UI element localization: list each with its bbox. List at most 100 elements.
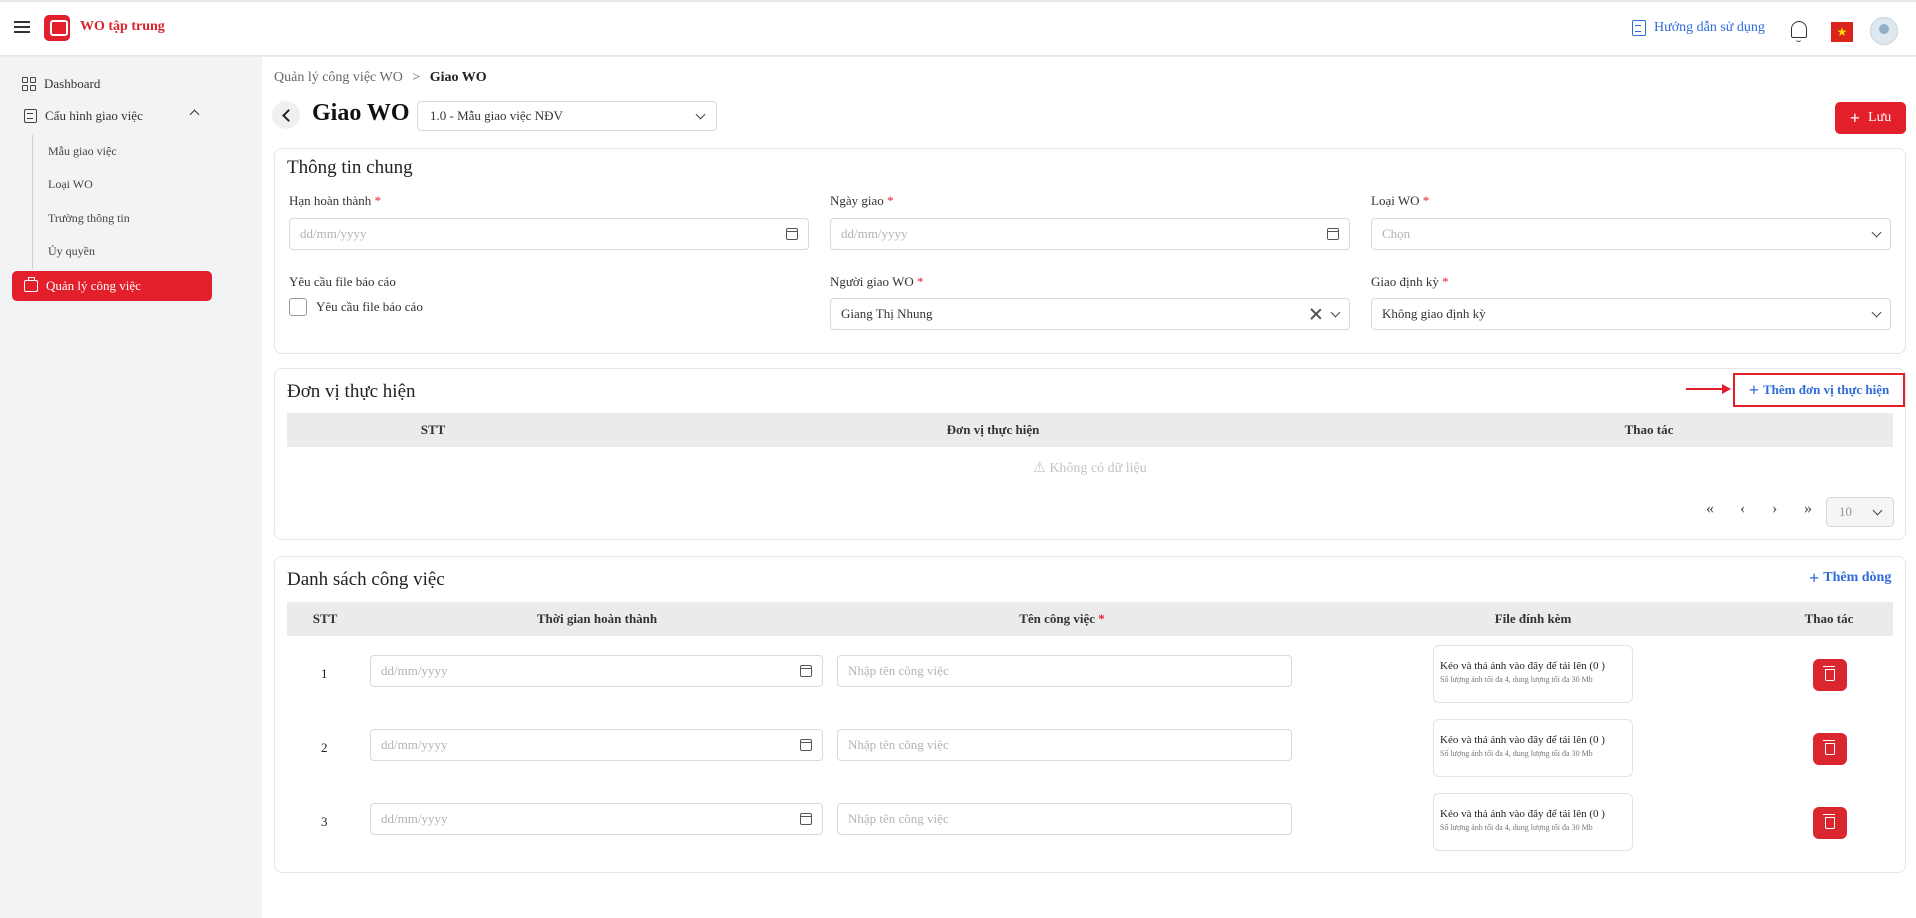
page-title: Giao WO <box>312 100 410 126</box>
delete-row-button[interactable] <box>1813 807 1847 839</box>
units-table-header: STT Đơn vị thực hiện Thao tác <box>287 413 1893 447</box>
submenu-line <box>32 135 33 269</box>
add-row-button[interactable]: + Thêm dòng <box>1809 569 1891 587</box>
delete-row-button[interactable] <box>1813 733 1847 765</box>
assigner-select[interactable]: Giang Thị Nhung <box>830 298 1350 330</box>
wo-type-label: Loại WO * <box>1371 193 1430 208</box>
add-row-label: Thêm dòng <box>1823 570 1892 585</box>
delete-row-button[interactable] <box>1813 659 1847 691</box>
menu-icon[interactable] <box>14 21 30 33</box>
plus-icon: + <box>1849 108 1861 128</box>
task-name-input[interactable]: Nhập tên công việc <box>837 655 1292 687</box>
completion-date-input[interactable]: dd/mm/yyyy <box>370 803 823 835</box>
periodic-value: Không giao định kỳ <box>1382 306 1486 321</box>
user-guide-link[interactable]: Hướng dẫn sử dụng <box>1632 20 1765 36</box>
sidebar-item-info-fields[interactable]: Trường thông tin <box>48 211 130 226</box>
plus-icon: + <box>1809 568 1820 588</box>
upload-hint: Số lượng ảnh tối đa 4, dung lượng tối đa… <box>1440 823 1593 832</box>
add-execution-unit-button[interactable]: + Thêm đơn vị thực hiện <box>1733 373 1905 407</box>
report-file-checkbox-label[interactable]: Yêu cầu file báo cáo <box>316 299 423 315</box>
chevron-down-icon <box>1330 307 1341 317</box>
briefcase-icon <box>24 277 38 292</box>
add-unit-label: Thêm đơn vị thực hiện <box>1763 382 1890 397</box>
calendar-icon <box>800 739 812 751</box>
config-icon <box>24 109 37 123</box>
assign-date-input[interactable]: dd/mm/yyyy <box>830 218 1350 250</box>
row-stt: 2 <box>321 740 328 755</box>
trash-icon <box>1823 666 1835 681</box>
file-upload-dropzone[interactable]: Kéo và thả ảnh vào đây để tải lên (0 ) S… <box>1433 645 1633 703</box>
task-name-input[interactable]: Nhập tên công việc <box>837 803 1292 835</box>
completion-date-input[interactable]: dd/mm/yyyy <box>370 655 823 687</box>
task-name-input[interactable]: Nhập tên công việc <box>837 729 1292 761</box>
clear-icon[interactable] <box>1310 308 1322 320</box>
sidebar-item-label: Dashboard <box>44 76 101 91</box>
deadline-label: Hạn hoàn thành * <box>289 193 382 208</box>
report-file-label: Yêu cầu file báo cáo <box>289 274 396 289</box>
trash-icon <box>1823 814 1835 829</box>
upload-title: Kéo và thả ảnh vào đây để tải lên (0 ) <box>1440 808 1605 820</box>
deadline-date-input[interactable]: dd/mm/yyyy <box>289 218 809 250</box>
sidebar <box>0 57 262 918</box>
save-button[interactable]: + Lưu <box>1835 102 1906 134</box>
back-button[interactable] <box>272 101 300 129</box>
tasks-table-header: STT Thời gian hoàn thành Tên công việc *… <box>287 602 1893 636</box>
completion-date-input[interactable]: dd/mm/yyyy <box>370 729 823 761</box>
save-label: Lưu <box>1868 110 1892 125</box>
calendar-icon <box>800 813 812 825</box>
sidebar-item-label: Cấu hình giao việc <box>45 108 143 123</box>
sidebar-item-task-management[interactable]: Quản lý công việc <box>12 271 212 301</box>
column-header-attachment: File đính kèm <box>1494 611 1572 626</box>
periodic-label: Giao định kỳ * <box>1371 274 1449 289</box>
wo-type-select[interactable]: Chọn <box>1371 218 1891 250</box>
document-icon <box>1632 20 1646 36</box>
page-size-value: 10 <box>1839 504 1852 519</box>
upload-hint: Số lượng ảnh tối đa 4, dung lượng tối đa… <box>1440 749 1593 758</box>
assigner-value: Giang Thị Nhung <box>841 306 933 321</box>
empty-state-text: ⚠ Không có dữ liệu <box>1033 461 1147 476</box>
calendar-icon <box>1327 228 1339 240</box>
first-page-button[interactable]: « <box>1706 500 1714 518</box>
report-file-checkbox[interactable] <box>289 298 307 316</box>
app-logo <box>44 15 70 41</box>
breadcrumb: Quản lý công việc WO > Giao WO <box>274 70 487 86</box>
execution-units-card: Đơn vị thực hiện <box>274 368 1906 540</box>
vietnam-flag-icon[interactable]: ★ <box>1831 22 1853 42</box>
sidebar-item-task-template[interactable]: Mẫu giao việc <box>48 144 117 159</box>
column-header-task-name: Tên công việc * <box>1019 611 1105 626</box>
chevron-down-icon <box>1872 505 1883 515</box>
user-guide-label: Hướng dẫn sử dụng <box>1654 20 1765 35</box>
sidebar-item-wo-type[interactable]: Loại WO <box>48 177 93 192</box>
breadcrumb-parent[interactable]: Quản lý công việc WO <box>274 70 403 85</box>
template-select[interactable]: 1.0 - Mẫu giao việc NĐV <box>417 101 717 131</box>
next-page-button[interactable]: › <box>1772 500 1777 518</box>
upload-title: Kéo và thả ảnh vào đây để tải lên (0 ) <box>1440 660 1605 672</box>
sidebar-group-config[interactable]: Cấu hình giao việc <box>24 108 143 124</box>
column-header-unit: Đơn vị thực hiện <box>946 422 1040 437</box>
annotation-arrow-head <box>1722 384 1731 394</box>
page-size-select[interactable]: 10 <box>1826 497 1894 527</box>
sidebar-item-dashboard[interactable]: Dashboard <box>22 76 100 92</box>
user-avatar[interactable] <box>1870 17 1898 45</box>
task-list-title: Danh sách công việc <box>287 569 445 590</box>
notification-bell-icon[interactable] <box>1789 20 1809 42</box>
row-stt: 1 <box>321 666 328 681</box>
file-upload-dropzone[interactable]: Kéo và thả ảnh vào đây để tải lên (0 ) S… <box>1433 719 1633 777</box>
breadcrumb-separator: > <box>412 70 421 85</box>
sidebar-item-delegation[interactable]: Ủy quyền <box>48 244 95 259</box>
dashboard-icon <box>22 77 36 91</box>
periodic-select[interactable]: Không giao định kỳ <box>1371 298 1891 330</box>
column-header-stt: STT <box>420 422 446 437</box>
chevron-down-icon <box>1871 307 1882 317</box>
last-page-button[interactable]: » <box>1804 500 1812 518</box>
file-upload-dropzone[interactable]: Kéo và thả ảnh vào đây để tải lên (0 ) S… <box>1433 793 1633 851</box>
prev-page-button[interactable]: ‹ <box>1740 500 1745 518</box>
column-header-stt: STT <box>312 611 338 626</box>
assigner-label: Người giao WO * <box>830 274 924 289</box>
top-bar: WO tập trung Hướng dẫn sử dụng ★ <box>0 0 1916 56</box>
plus-icon: + <box>1748 380 1759 400</box>
execution-units-title: Đơn vị thực hiện <box>287 381 416 402</box>
row-stt: 3 <box>321 814 328 829</box>
calendar-icon <box>786 228 798 240</box>
upload-title: Kéo và thả ảnh vào đây để tải lên (0 ) <box>1440 734 1605 746</box>
